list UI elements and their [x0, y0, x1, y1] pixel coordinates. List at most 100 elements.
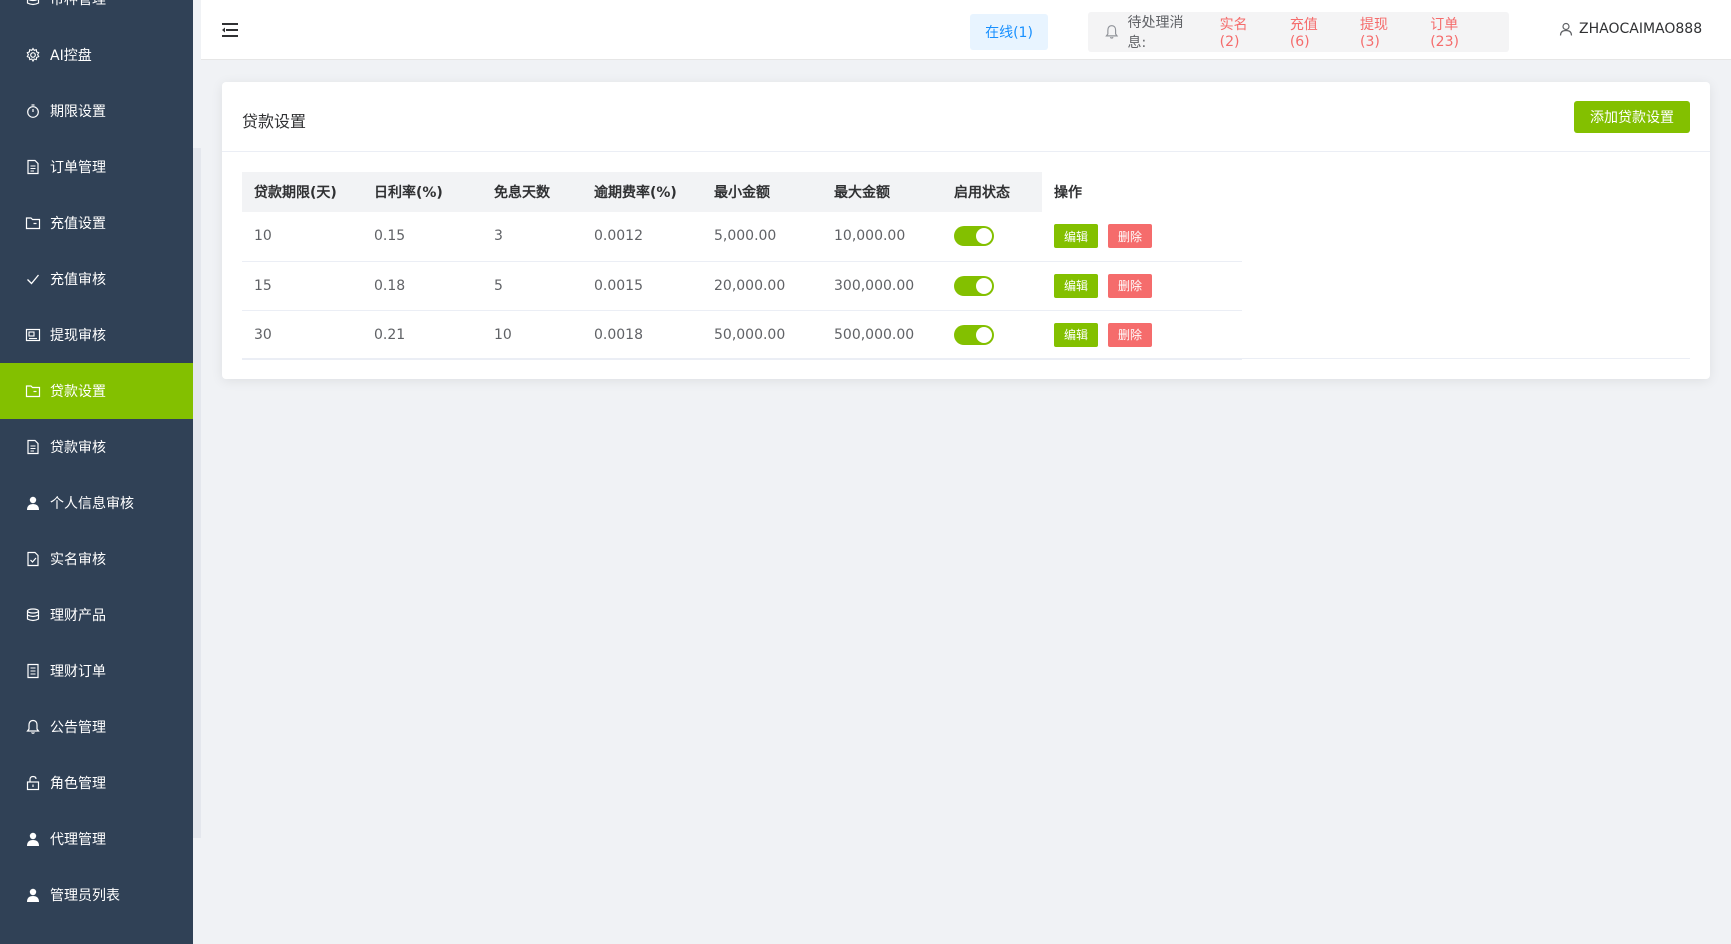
stopwatch-icon — [24, 102, 42, 120]
sidebar-item-4[interactable]: 充值设置 — [0, 195, 193, 251]
cell-min-amount: 20,000.00 — [702, 261, 822, 311]
pending-label: 待处理消息: — [1127, 15, 1184, 51]
column-header-max-amount: 最大金额 — [822, 172, 942, 212]
sidebar-item-7[interactable]: 贷款设置 — [0, 363, 193, 419]
edit-button[interactable]: 编辑 — [1054, 322, 1099, 347]
cell-daily-rate: 0.21 — [362, 310, 482, 360]
table-bottom-divider — [242, 358, 1690, 359]
table-header-row: 贷款期限(天) 日利率(%) 免息天数 逾期费率(%) 最小金额 最大金额 启用… — [242, 172, 1242, 212]
sidebar-item-label: 代理管理 — [50, 832, 106, 848]
document-checked-icon — [24, 550, 42, 568]
sidebar-item-2[interactable]: 期限设置 — [0, 83, 193, 139]
user-icon — [1559, 22, 1573, 36]
sidebar-item-15[interactable]: 代理管理 — [0, 811, 193, 867]
gear-icon — [24, 46, 42, 64]
coin-icon — [24, 606, 42, 624]
cell-overdue-rate: 0.0012 — [582, 212, 702, 262]
loan-settings-card: 贷款设置 添加贷款设置 贷款期限(天) 日利率(%) 免息天数 逾期费率(%) … — [222, 82, 1710, 379]
edit-button[interactable]: 编辑 — [1054, 224, 1099, 249]
check-icon — [24, 270, 42, 288]
sidebar-item-9[interactable]: 个人信息审核 — [0, 475, 193, 531]
sidebar-item-label: 实名审核 — [50, 552, 106, 568]
cell-overdue-rate: 0.0015 — [582, 261, 702, 311]
unlock-icon — [24, 774, 42, 792]
sidebar-item-11[interactable]: 理财产品 — [0, 587, 193, 643]
sidebar-item-0[interactable]: 币种管理 — [0, 0, 193, 27]
user-solid-icon — [24, 830, 42, 848]
sidebar-scrollbar[interactable] — [193, 148, 201, 838]
pending-withdraw-link[interactable]: 提现(3) — [1360, 14, 1406, 50]
cell-daily-rate: 0.15 — [362, 212, 482, 262]
bell-icon — [24, 718, 42, 736]
sidebar-item-12[interactable]: 理财订单 — [0, 643, 193, 699]
sidebar: 币种管理 AI控盘期限设置订单管理充值设置充值审核提现审核贷款设置 贷款审核个人信息… — [0, 0, 193, 944]
sidebar-item-3[interactable]: 订单管理 — [0, 139, 193, 195]
pending-messages: 待处理消息: 实名(2) 充值(6) 提现(3) 订单(23) — [1088, 12, 1509, 52]
online-count-badge[interactable]: 在线(1) — [970, 14, 1048, 50]
column-header-actions: 操作 — [1042, 172, 1242, 212]
column-header-daily-rate: 日利率(%) — [362, 172, 482, 212]
delete-button[interactable]: 删除 — [1108, 224, 1153, 249]
edit-button[interactable]: 编辑 — [1054, 273, 1099, 298]
sidebar-item-8[interactable]: 贷款审核 — [0, 419, 193, 475]
sidebar-item-label: 个人信息审核 — [50, 496, 134, 512]
sidebar-item-16[interactable]: 管理员列表 — [0, 867, 193, 923]
document-icon — [24, 438, 42, 456]
sidebar-item-label: 理财产品 — [50, 608, 106, 624]
sidebar-item-label: AI控盘 — [50, 48, 92, 64]
cell-min-amount: 50,000.00 — [702, 310, 822, 360]
sidebar-menu: 币种管理 AI控盘期限设置订单管理充值设置充值审核提现审核贷款设置 贷款审核个人信息… — [0, 0, 193, 923]
delete-button[interactable]: 删除 — [1108, 322, 1153, 347]
status-toggle[interactable] — [954, 275, 994, 296]
pending-recharge-link[interactable]: 充值(6) — [1290, 14, 1336, 50]
delete-button[interactable]: 删除 — [1108, 273, 1153, 298]
sidebar-item-5[interactable]: 充值审核 — [0, 251, 193, 307]
cell-max-amount: 300,000.00 — [822, 261, 942, 311]
sidebar-item-label: 币种管理 — [50, 0, 106, 8]
sidebar-item-label: 充值审核 — [50, 272, 106, 288]
cell-status — [942, 261, 1042, 311]
sidebar-item-10[interactable]: 实名审核 — [0, 531, 193, 587]
column-header-overdue-rate: 逾期费率(%) — [582, 172, 702, 212]
folder-icon — [24, 214, 42, 232]
loan-settings-table: 贷款期限(天) 日利率(%) 免息天数 逾期费率(%) 最小金额 最大金额 启用… — [242, 172, 1690, 360]
add-loan-setting-button[interactable]: 添加贷款设置 — [1574, 101, 1690, 133]
cell-actions: 编辑 删除 — [1042, 212, 1242, 262]
sidebar-item-6[interactable]: 提现审核 — [0, 307, 193, 363]
pending-order-link[interactable]: 订单(23) — [1430, 14, 1485, 50]
user-solid-icon — [24, 886, 42, 904]
column-header-term: 贷款期限(天) — [242, 172, 362, 212]
cell-actions: 编辑 删除 — [1042, 310, 1242, 360]
page-title: 贷款设置 — [242, 112, 307, 131]
sidebar-item-13[interactable]: 公告管理 — [0, 699, 193, 755]
postcard-icon — [24, 326, 42, 344]
table-row: 15 0.18 5 0.0015 20,000.00 300,000.00 编辑 删除 — [242, 261, 1242, 311]
document-icon — [24, 158, 42, 176]
sidebar-item-14[interactable]: 角色管理 — [0, 755, 193, 811]
cell-free-days: 5 — [482, 261, 582, 311]
sidebar-item-label: 充值设置 — [50, 216, 106, 232]
sidebar-item-label: 期限设置 — [50, 104, 106, 120]
user-menu[interactable]: ZHAOCAIMAO888 — [1559, 21, 1702, 37]
table-row: 10 0.15 3 0.0012 5,000.00 10,000.00 编辑 删除 — [242, 212, 1242, 262]
cell-min-amount: 5,000.00 — [702, 212, 822, 262]
sidebar-item-label: 角色管理 — [50, 776, 106, 792]
sidebar-item-label: 提现审核 — [50, 328, 106, 344]
status-toggle[interactable] — [954, 324, 994, 345]
database-icon — [24, 0, 42, 8]
cell-term: 15 — [242, 261, 362, 311]
cell-overdue-rate: 0.0018 — [582, 310, 702, 360]
sidebar-item-1[interactable]: AI控盘 — [0, 27, 193, 83]
cell-term: 30 — [242, 310, 362, 360]
cell-free-days: 3 — [482, 212, 582, 262]
status-toggle[interactable] — [954, 226, 994, 247]
pending-realname-link[interactable]: 实名(2) — [1220, 14, 1266, 50]
cell-max-amount: 500,000.00 — [822, 310, 942, 360]
column-header-free-days: 免息天数 — [482, 172, 582, 212]
sidebar-item-label: 公告管理 — [50, 720, 106, 736]
cell-term: 10 — [242, 212, 362, 262]
sidebar-item-label: 管理员列表 — [50, 888, 120, 904]
tickets-icon — [24, 662, 42, 680]
column-header-status: 启用状态 — [942, 172, 1042, 212]
menu-toggle-icon[interactable] — [222, 22, 240, 38]
